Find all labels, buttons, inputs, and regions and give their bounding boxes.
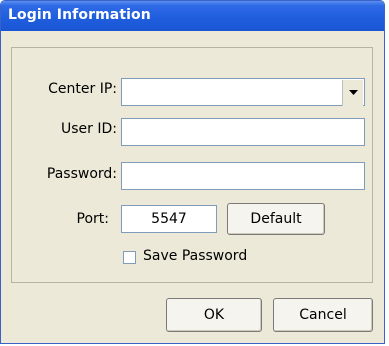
port-field[interactable] [121, 205, 217, 233]
title-bar[interactable]: Login Information [1, 1, 384, 31]
user-id-input[interactable] [122, 119, 364, 145]
login-dialog: Login Information Center IP: User ID: Pa… [0, 0, 385, 344]
center-ip-combobox[interactable] [121, 78, 365, 106]
save-password-label: Save Password [143, 248, 248, 264]
port-label: Port: [76, 211, 109, 227]
password-field[interactable] [121, 162, 365, 190]
save-password-checkbox[interactable] [123, 251, 136, 264]
cancel-button[interactable]: Cancel [273, 298, 373, 332]
default-button[interactable]: Default [227, 203, 325, 235]
user-id-label: User ID: [61, 121, 117, 137]
port-input[interactable] [122, 206, 216, 232]
center-ip-label: Center IP: [48, 81, 117, 97]
dialog-title: Login Information [8, 7, 151, 23]
center-ip-input[interactable] [122, 79, 364, 105]
ok-button[interactable]: OK [166, 298, 262, 332]
password-input[interactable] [122, 163, 364, 189]
password-label: Password: [46, 166, 117, 182]
center-ip-dropdown-button[interactable] [342, 80, 363, 106]
user-id-field[interactable] [121, 118, 365, 146]
chevron-down-icon [348, 90, 358, 95]
